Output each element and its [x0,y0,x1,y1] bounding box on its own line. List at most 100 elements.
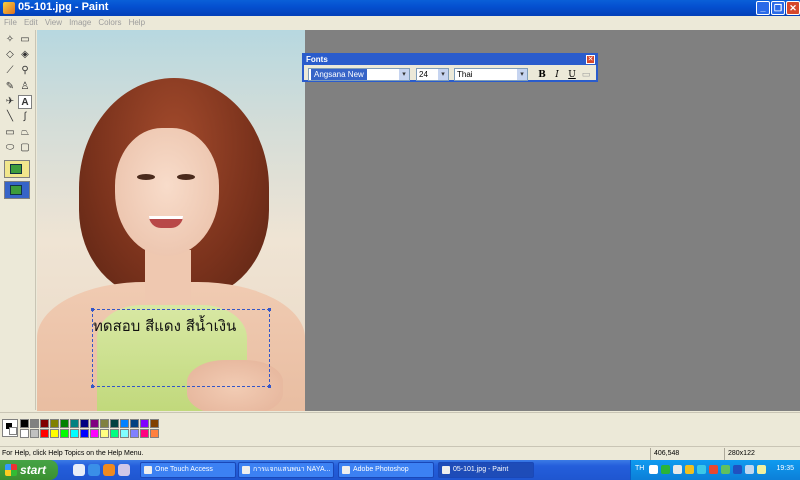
color-swatch[interactable] [90,429,99,438]
window-icon [144,466,152,474]
menu-help[interactable]: Help [129,18,145,27]
rounded-rect-tool-icon[interactable]: ▢ [18,141,32,155]
menu-bar: File Edit View Image Colors Help [0,16,800,29]
tray-icon[interactable] [649,465,658,474]
maximize-button[interactable]: ❐ [771,1,785,15]
color-picker-tool-icon[interactable]: ⟋ [3,64,17,78]
color-swatch[interactable] [20,429,29,438]
volume-icon[interactable] [745,465,754,474]
font-name-value: Angsana New [311,69,367,80]
canvas-text[interactable]: ทดสอบ สีแดง สีน้ำเงิน [93,314,236,338]
magnifier-tool-icon[interactable]: ⚲ [18,64,32,78]
photo-eye-right [177,174,195,180]
fill-tool-icon[interactable]: ◈ [18,48,32,62]
ellipse-tool-icon[interactable]: ⬭ [3,141,17,155]
tray-icon[interactable] [661,465,670,474]
task-one-touch-access[interactable]: One Touch Access [140,462,236,478]
close-button[interactable]: ✕ [786,1,800,15]
chevron-down-icon[interactable]: ▾ [399,69,409,80]
tray-icon[interactable] [733,465,742,474]
selection-handle[interactable] [268,385,271,388]
tray-icon[interactable] [757,465,766,474]
chevron-down-icon[interactable]: ▾ [438,69,448,80]
color-swatch[interactable] [20,419,29,428]
color-swatch[interactable] [60,429,69,438]
color-swatch[interactable] [80,429,89,438]
color-swatch[interactable] [110,429,119,438]
canvas-workspace[interactable]: ทดสอบ สีแดง สีน้ำเงิน [37,30,800,411]
curve-tool-icon[interactable]: ∫ [18,110,32,124]
free-select-tool-icon[interactable]: ✧ [3,33,17,47]
rectangle-tool-icon[interactable]: ▭ [3,126,17,140]
color-swatch[interactable] [100,429,109,438]
menu-colors[interactable]: Colors [98,18,121,27]
selection-handle[interactable] [268,308,271,311]
color-swatch[interactable] [50,419,59,428]
menu-view[interactable]: View [45,18,62,27]
color-swatch[interactable] [80,419,89,428]
color-swatch[interactable] [110,419,119,428]
selection-handle[interactable] [91,308,94,311]
color-swatch[interactable] [70,419,79,428]
task-adobe-photoshop[interactable]: Adobe Photoshop [338,462,434,478]
color-swatch[interactable] [70,429,79,438]
language-indicator[interactable]: TH [635,465,644,472]
color-swatch[interactable] [60,419,69,428]
color-swatch[interactable] [140,429,149,438]
color-swatch[interactable] [30,429,39,438]
color-swatch[interactable] [40,419,49,428]
color-swatch[interactable] [100,419,109,428]
color-swatch[interactable] [140,419,149,428]
firefox-icon[interactable] [103,464,115,476]
tray-icon[interactable] [697,465,706,474]
opaque-background-option[interactable] [4,160,30,178]
fonts-toolbar-title[interactable]: Fonts [304,55,596,65]
media-player-icon[interactable] [118,464,130,476]
color-swatch[interactable] [130,429,139,438]
tray-icon[interactable] [685,465,694,474]
text-tool-icon[interactable]: A [18,95,32,109]
font-size-select[interactable]: 24 ▾ [416,68,449,81]
color-swatch[interactable] [120,419,129,428]
rect-select-tool-icon[interactable]: ▭ [18,33,32,47]
task-browser[interactable]: การแจกแสนพนา NAYA... [238,462,334,478]
color-swatch[interactable] [90,419,99,428]
brush-tool-icon[interactable]: ♙ [18,80,32,94]
bold-button[interactable]: B [536,69,548,81]
color-swatch[interactable] [150,429,159,438]
color-swatch[interactable] [150,419,159,428]
color-swatch[interactable] [40,429,49,438]
underline-button[interactable]: U [566,69,578,81]
window-title: 05-101.jpg - Paint [18,1,109,13]
tray-icon[interactable] [721,465,730,474]
font-name-select[interactable]: Angsana New ▾ [308,68,410,81]
minimize-button[interactable]: _ [756,1,770,15]
tray-icon[interactable] [673,465,682,474]
line-tool-icon[interactable]: ╲ [3,110,17,124]
tray-icon[interactable] [709,465,718,474]
current-colors[interactable] [2,419,18,437]
pencil-tool-icon[interactable]: ✎ [3,80,17,94]
background-color[interactable] [9,427,17,435]
color-swatch[interactable] [50,429,59,438]
color-swatch[interactable] [130,419,139,428]
show-desktop-icon[interactable] [73,464,85,476]
transparent-background-option[interactable] [4,181,30,199]
vertical-text-icon[interactable]: ▭ [580,69,592,81]
menu-file[interactable]: File [4,18,17,27]
internet-explorer-icon[interactable] [88,464,100,476]
chevron-down-icon[interactable]: ▾ [517,69,527,80]
menu-image[interactable]: Image [69,18,91,27]
airbrush-tool-icon[interactable]: ✈ [3,95,17,109]
fonts-toolbar-close-button[interactable]: ✕ [586,55,595,64]
eraser-tool-icon[interactable]: ◇ [3,48,17,62]
selection-handle[interactable] [91,385,94,388]
font-script-select[interactable]: Thai ▾ [454,68,528,81]
menu-edit[interactable]: Edit [24,18,38,27]
italic-button[interactable]: I [551,69,563,81]
color-swatch[interactable] [30,419,39,428]
start-button[interactable]: start [0,460,58,480]
polygon-tool-icon[interactable]: ⏢ [18,126,32,140]
color-swatch[interactable] [120,429,129,438]
task-paint[interactable]: 05-101.jpg - Paint [438,462,534,478]
